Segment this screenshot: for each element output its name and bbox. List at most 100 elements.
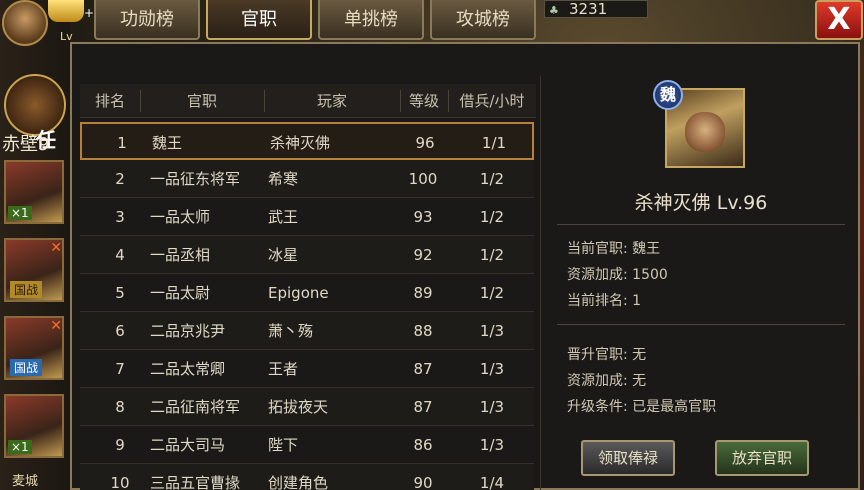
- table-row[interactable]: 4 一品丞相 冰星 92 1/2: [80, 236, 534, 274]
- row-title: 二品太常卿: [150, 360, 226, 378]
- row-troops: 1/2: [479, 246, 505, 264]
- row-troops: 1/3: [479, 398, 505, 416]
- current-rank: 当前排名: 1: [567, 293, 642, 309]
- row-player: 王者: [268, 360, 299, 378]
- table-row[interactable]: 7 二品太常卿 王者 87 1/3: [80, 350, 534, 388]
- table-row[interactable]: 2 一品征东将军 希寒 100 1/2: [80, 160, 534, 198]
- row-troops: 1/3: [479, 360, 505, 378]
- row-troops: 1/4: [479, 474, 505, 490]
- row-troops: 1/2: [479, 170, 505, 188]
- resource-icon: ♣: [549, 4, 559, 17]
- promote-condition: 升级条件: 已是最高官职: [567, 399, 717, 415]
- ranking-panel: 排名 官职 玩家 等级 借兵/小时 1 魏王 杀神灭佛 96 1/1 2 一品征东将军 希寒 1…: [70, 42, 860, 490]
- row-troops: 1/3: [479, 322, 505, 340]
- header-title: 官职: [186, 92, 217, 110]
- cross-swords-icon: ✕: [50, 318, 62, 334]
- header-rank: 排名: [94, 92, 125, 110]
- sidebar-footer: 麦城: [12, 474, 39, 489]
- header-level: 等级: [408, 92, 439, 110]
- faction-badge: 魏: [653, 80, 683, 110]
- table-row[interactable]: 10 三品五官曹掾 创建角色 90 1/4: [80, 464, 534, 490]
- row-rank: 2: [115, 170, 125, 188]
- row-player: 杀神灭佛: [270, 134, 331, 152]
- table-row[interactable]: 9 二品大司马 陛下 86 1/3: [80, 426, 534, 464]
- row-player: Epigone: [268, 284, 329, 302]
- sidebar-title: 赤壁9: [2, 134, 50, 155]
- left-sidebar: Lv 任 赤壁9 ×1 ✕ 国战 ✕ 国战 ×1 麦城: [0, 0, 84, 490]
- divider: [557, 324, 845, 325]
- resource-counter: ♣ 3231: [544, 0, 648, 18]
- table-row[interactable]: 6 二品京兆尹 萧丶殇 88 1/3: [80, 312, 534, 350]
- hero-card-4[interactable]: ×1: [4, 394, 64, 458]
- hero-card-2[interactable]: ✕ 国战: [4, 238, 64, 302]
- tab-merit[interactable]: 功勋榜: [94, 0, 200, 40]
- row-title: 一品丞相: [150, 246, 211, 264]
- tab-siege[interactable]: 攻城榜: [430, 0, 536, 40]
- plus-icon[interactable]: +: [84, 6, 94, 20]
- gold-badge-icon: [48, 0, 84, 22]
- row-title: 一品太尉: [150, 284, 211, 302]
- player-name-level: 杀神灭佛 Lv.96: [541, 188, 861, 215]
- row-troops: 1/3: [479, 436, 505, 454]
- row-level: 93: [413, 208, 433, 226]
- promote-title: 晋升官职: 无: [567, 347, 647, 363]
- row-rank: 7: [115, 360, 125, 378]
- general-face-icon: [685, 112, 725, 152]
- row-rank: 5: [115, 284, 125, 302]
- row-title: 三品五官曹掾: [150, 474, 241, 490]
- row-title: 魏王: [152, 134, 183, 152]
- claim-salary-button[interactable]: 领取俸禄: [581, 440, 675, 476]
- table-header: 排名 官职 玩家 等级 借兵/小时: [80, 84, 536, 118]
- promote-bonus: 资源加成: 无: [567, 373, 647, 389]
- table-row[interactable]: 1 魏王 杀神灭佛 96 1/1: [80, 122, 534, 160]
- tab-duel[interactable]: 单挑榜: [318, 0, 424, 40]
- row-rank: 1: [117, 134, 127, 152]
- row-troops: 1/1: [481, 134, 507, 152]
- player-name: 杀神灭佛: [634, 192, 711, 214]
- row-rank: 4: [115, 246, 125, 264]
- row-rank: 8: [115, 398, 125, 416]
- row-level: 86: [413, 436, 433, 454]
- player-avatar[interactable]: [2, 0, 48, 46]
- row-level: 88: [413, 322, 433, 340]
- row-player: 陛下: [268, 436, 299, 454]
- cross-swords-icon: ✕: [50, 240, 62, 256]
- hero-card-1[interactable]: ×1: [4, 160, 64, 224]
- hero-tag: 国战: [10, 281, 43, 298]
- row-rank: 10: [110, 474, 130, 490]
- task-button[interactable]: 任: [4, 74, 66, 152]
- header-player: 玩家: [316, 92, 347, 110]
- row-player: 希寒: [268, 170, 299, 188]
- row-rank: 6: [115, 322, 125, 340]
- hero-count: ×1: [8, 440, 32, 454]
- row-player: 冰星: [268, 246, 299, 264]
- close-button[interactable]: X: [815, 0, 863, 40]
- table-row[interactable]: 5 一品太尉 Epigone 89 1/2: [80, 274, 534, 312]
- table-row[interactable]: 8 二品征南将军 拓拔夜天 87 1/3: [80, 388, 534, 426]
- row-title: 二品征南将军: [150, 398, 241, 416]
- player-level: Lv.96: [716, 192, 768, 214]
- hero-tag: 国战: [10, 359, 43, 376]
- tab-official[interactable]: 官职: [206, 0, 312, 40]
- abandon-title-button[interactable]: 放弃官职: [715, 440, 809, 476]
- row-level: 100: [408, 170, 438, 188]
- row-level: 87: [413, 360, 433, 378]
- table-row[interactable]: 3 一品太师 武王 93 1/2: [80, 198, 534, 236]
- current-title: 当前官职: 魏王: [567, 241, 661, 257]
- row-level: 87: [413, 398, 433, 416]
- row-player: 创建角色: [268, 474, 329, 490]
- header-troops: 借兵/小时: [459, 92, 525, 110]
- row-player: 萧丶殇: [268, 322, 314, 340]
- row-level: 96: [415, 134, 435, 152]
- row-player: 武王: [268, 208, 299, 226]
- row-title: 二品大司马: [150, 436, 226, 454]
- row-rank: 9: [115, 436, 125, 454]
- hero-card-3[interactable]: ✕ 国战: [4, 316, 64, 380]
- row-troops: 1/2: [479, 284, 505, 302]
- player-detail: 魏 杀神灭佛 Lv.96 当前官职: 魏王 资源加成: 1500 当前排名: 1…: [540, 76, 860, 490]
- row-level: 89: [413, 284, 433, 302]
- row-level: 90: [413, 474, 433, 490]
- row-title: 二品京兆尹: [150, 322, 226, 340]
- row-title: 一品太师: [150, 208, 211, 226]
- row-title: 一品征东将军: [150, 170, 241, 188]
